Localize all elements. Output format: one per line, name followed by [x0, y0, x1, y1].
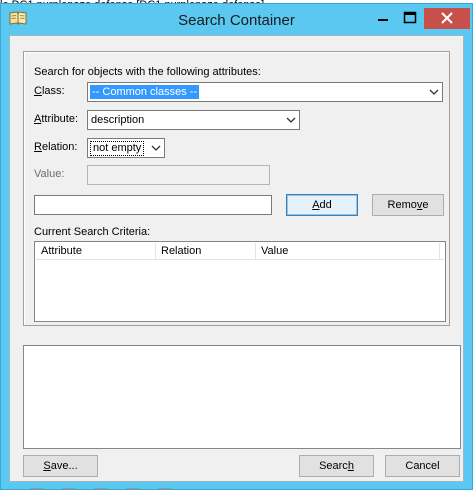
class-dropdown-value: -- Common classes --: [90, 85, 200, 99]
close-icon[interactable]: [424, 8, 470, 29]
column-header-relation[interactable]: Relation: [156, 243, 256, 260]
attribute-label: Attribute:: [34, 113, 79, 125]
relation-label: Relation:: [34, 141, 78, 153]
attribute-dropdown-value: description: [91, 114, 145, 126]
criteria-list-header: Attribute Relation Value: [36, 243, 444, 260]
background-taskbar-fragment: [30, 488, 310, 493]
background-divider: [62, 488, 76, 491]
save-button[interactable]: Save...: [23, 455, 98, 477]
cancel-button[interactable]: Cancel: [385, 455, 460, 477]
maximize-icon[interactable]: [397, 8, 423, 29]
search-criteria-group: Search for objects with the following at…: [23, 51, 450, 326]
criteria-heading: Search for objects with the following at…: [34, 66, 261, 78]
search-results-list[interactable]: [23, 345, 461, 449]
add-button[interactable]: Add: [286, 194, 358, 216]
criteria-list[interactable]: Attribute Relation Value: [34, 241, 446, 322]
class-dropdown[interactable]: -- Common classes --: [87, 82, 443, 102]
column-header-value[interactable]: Value: [256, 243, 440, 260]
value-input[interactable]: [87, 165, 270, 185]
value-label: Value:: [34, 168, 65, 180]
attribute-dropdown[interactable]: description: [87, 110, 300, 130]
chevron-down-icon: [286, 117, 296, 123]
dialog-client-area: Search for objects with the following at…: [9, 35, 464, 482]
criteria-input[interactable]: [34, 195, 272, 215]
background-divider: [158, 488, 172, 491]
background-divider: [126, 488, 140, 491]
current-criteria-heading: Current Search Criteria:: [34, 226, 151, 238]
column-header-attribute[interactable]: Attribute: [36, 243, 156, 260]
chevron-down-icon: [151, 145, 161, 151]
search-button[interactable]: Search: [299, 455, 374, 477]
search-container-dialog: Search Container Search for objects with…: [0, 3, 473, 490]
background-divider: [94, 488, 108, 491]
background-divider: [30, 488, 44, 491]
minimize-icon[interactable]: [370, 8, 396, 29]
chevron-down-icon: [429, 89, 439, 95]
class-label: Class:: [34, 85, 65, 97]
relation-dropdown[interactable]: not empty: [87, 138, 165, 158]
title-bar[interactable]: Search Container: [1, 4, 472, 34]
remove-button[interactable]: Remove: [372, 194, 444, 216]
relation-dropdown-value: not empty: [90, 141, 145, 156]
